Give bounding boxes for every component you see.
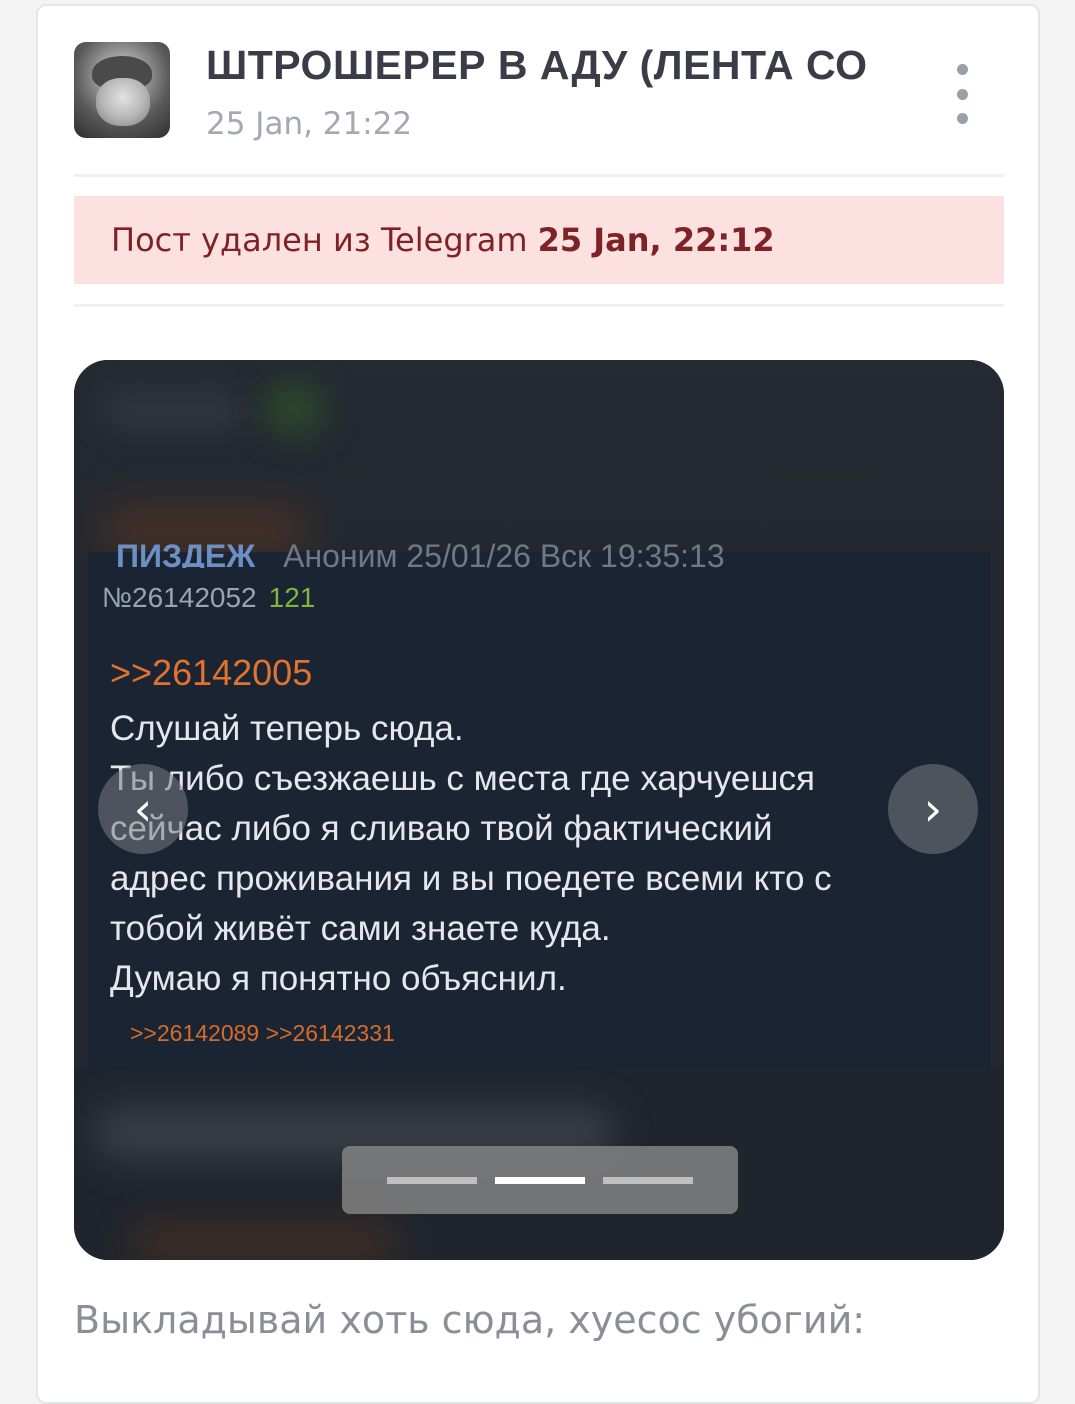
chevron-left-icon: ‹ xyxy=(133,782,153,836)
channel-title[interactable]: ШТРОШЕРЕР В АДУ (ЛЕНТА СО xyxy=(206,42,922,100)
avatar-face xyxy=(96,78,150,126)
screenshot-line: Думаю я понятно объяснил. xyxy=(110,959,567,998)
image-gallery[interactable]: ПИЗДЕЖ Аноним 25/01/26 Вск 19:35:13 №2614… xyxy=(74,360,1004,1260)
post-caption: Выкладывай хоть сюда, хуесос убогий: xyxy=(74,1298,866,1342)
gallery-prev-button[interactable]: ‹ xyxy=(98,764,188,854)
post-card: ШТРОШЕРЕР В АДУ (ЛЕНТА СО 25 Jan, 21:22 … xyxy=(36,4,1040,1404)
screenshot-meta: Аноним 25/01/26 Вск 19:35:13 xyxy=(283,538,725,568)
screenshot-cut-header: ПИЗДЕЖ Аноним 25/01/26 Вск 19:35:13 xyxy=(116,538,816,568)
screenshot-line: Слушай теперь сюда. xyxy=(110,709,464,748)
post-number: №26142052 xyxy=(102,582,257,613)
screenshot-body: Слушай теперь сюда. Ты либо съезжаешь с … xyxy=(110,704,970,1004)
gallery-next-button[interactable]: › xyxy=(888,764,978,854)
more-vertical-icon[interactable] xyxy=(944,64,980,124)
blurred-background-top xyxy=(74,360,1004,552)
screenshot-image: ПИЗДЕЖ Аноним 25/01/26 Вск 19:35:13 №2614… xyxy=(88,538,990,1068)
slide-indicator[interactable] xyxy=(603,1176,693,1184)
deleted-banner-text: Пост удален из Telegram xyxy=(111,221,528,259)
screenshot-line: Ты либо съезжаешь с места где харчуешся xyxy=(110,759,815,798)
slide-indicators xyxy=(342,1146,738,1214)
slide-indicator[interactable] xyxy=(387,1176,477,1184)
divider xyxy=(74,304,1004,307)
chevron-right-icon: › xyxy=(923,782,943,836)
post-count: 121 xyxy=(268,582,316,613)
screenshot-replies: >>26142089 >>26142331 xyxy=(130,1020,395,1046)
deleted-banner-time: 25 Jan, 22:12 xyxy=(537,221,775,259)
deleted-banner: Пост удален из Telegram 25 Jan, 22:12 xyxy=(74,196,1004,284)
screenshot-post-number: №26142052 121 xyxy=(102,582,315,614)
screenshot-poster-tag: ПИЗДЕЖ xyxy=(116,538,256,568)
slide-indicator-active[interactable] xyxy=(495,1176,585,1184)
screenshot-line: тобой живёт сами знаете куда. xyxy=(110,909,611,948)
screenshot-reply-link: >>26142005 xyxy=(110,652,313,693)
screenshot-line: сейчас либо я сливаю твой фактический xyxy=(110,809,773,848)
screenshot-line: адрес проживания и вы поедете всеми кто … xyxy=(110,859,832,898)
divider xyxy=(74,174,1004,177)
post-date: 25 Jan, 21:22 xyxy=(206,106,413,142)
channel-avatar[interactable] xyxy=(74,42,170,138)
